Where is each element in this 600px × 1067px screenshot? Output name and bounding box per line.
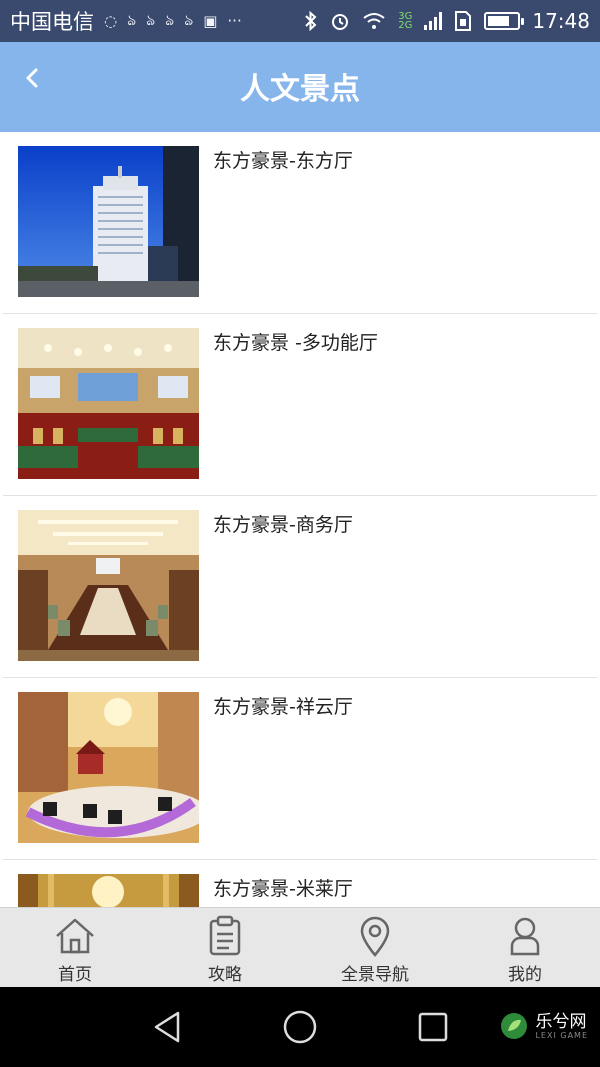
page-title: 人文景点 [240,72,360,107]
battery-icon [484,12,525,30]
lobby-image [18,692,199,843]
signal-icon [424,12,443,30]
list-item[interactable]: 东方豪景 -多功能厅 [3,314,597,496]
item-title: 东方豪景-商务厅 [213,514,353,536]
app-icon: ঌ [127,10,137,29]
bluetooth-icon [305,11,317,31]
tab-label: 我的 [508,965,542,985]
restaurant-image [18,874,199,907]
app-header: 人文景点 [0,42,600,132]
app-icon: ঌ [146,10,156,29]
sim-icon [455,11,472,31]
nav-back-button[interactable] [148,1007,188,1047]
watermark-text: 乐兮网 [535,1011,587,1032]
app-icon: ঌ [184,10,194,29]
hotel-building-image [18,146,199,297]
item-title: 东方豪景-祥云厅 [213,696,353,718]
leaf-logo-icon [501,1013,528,1039]
tab-label: 首页 [58,965,92,985]
tab-label: 攻略 [208,965,242,985]
tab-mine[interactable]: 我的 [450,908,600,987]
image-icon: ▣ [203,12,218,30]
watermark: 乐兮网 LEXI GAME [499,1011,588,1041]
circle-home-icon [283,1010,317,1044]
tab-guide[interactable]: 攻略 [150,908,300,987]
item-title: 东方豪景-东方厅 [213,150,353,172]
location-pin-icon [360,916,390,957]
item-title: 东方豪景-米莱厅 [213,878,353,900]
attraction-list: 东方豪景-东方厅 东方豪景 -多功能厅 东方豪景-商务厅 东方豪景-祥云厅 东方… [0,132,600,907]
tab-home[interactable]: 首页 [0,908,150,987]
carrier-name: 中国电信 [10,10,94,34]
alarm-icon [332,14,349,30]
status-bar: 中国电信 ◌ ঌ ঌ ঌ ঌ ▣ ··· 3G 2G 17:48 [0,0,600,42]
list-item[interactable]: 东方豪景-米莱厅 [3,860,597,907]
home-icon [56,918,94,954]
meeting-room-image [18,510,199,661]
clipboard-icon [209,915,241,956]
user-icon [510,917,540,956]
triangle-back-icon [154,1011,180,1043]
bottom-tab-bar: 首页 攻略 全景导航 我的 [0,907,600,987]
list-item[interactable]: 东方豪景-东方厅 [3,132,597,314]
system-nav-bar: 乐兮网 LEXI GAME [0,987,600,1067]
item-title: 东方豪景 -多功能厅 [213,332,378,354]
list-item[interactable]: 东方豪景-商务厅 [3,496,597,678]
tab-label: 全景导航 [341,965,409,985]
tab-panorama-navigation[interactable]: 全景导航 [300,908,450,987]
list-item[interactable]: 东方豪景-祥云厅 [3,678,597,860]
clock: 17:48 [532,9,590,33]
network-type: 3G 2G [398,11,413,31]
conference-hall-image [18,328,199,479]
app-icon: ঌ [165,10,175,29]
more-icon: ··· [227,12,242,30]
message-icon: ◌ [104,12,118,30]
wifi-icon [363,13,385,29]
watermark-subtext: LEXI GAME [535,1030,588,1040]
nav-recents-button[interactable] [413,1007,453,1047]
nav-home-button[interactable] [280,1007,320,1047]
square-recents-icon [418,1012,448,1042]
